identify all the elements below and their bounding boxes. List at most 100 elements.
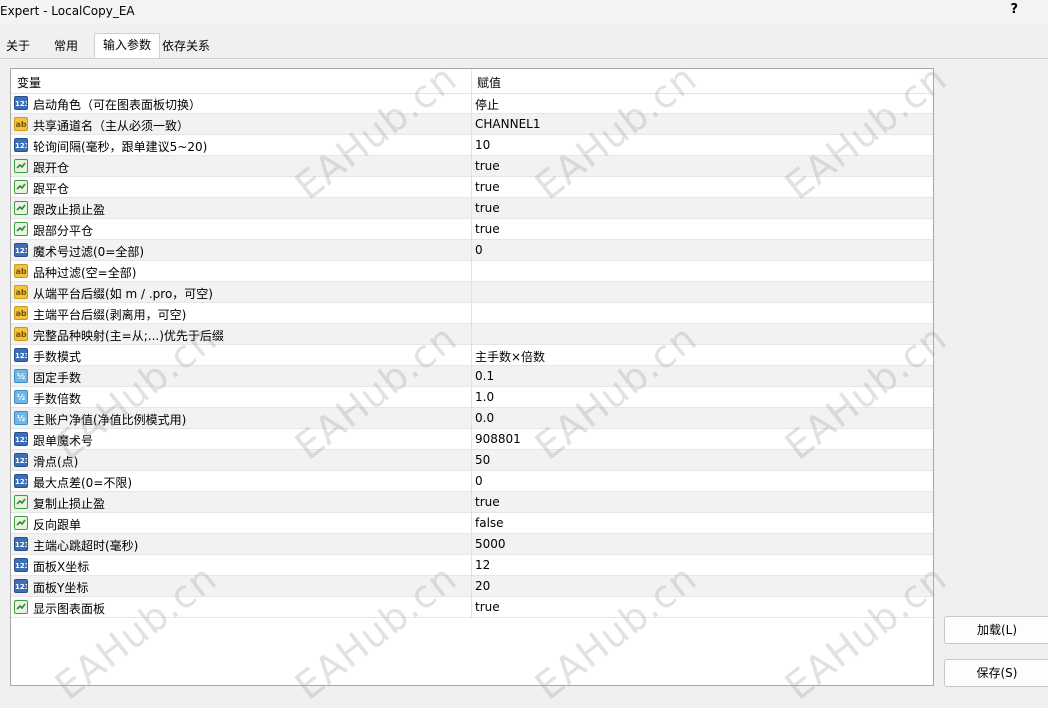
parameter-value[interactable]: 0.0 [475,411,494,425]
parameter-value[interactable]: 908801 [475,432,521,446]
table-row[interactable]: 123 魔术号过滤(0=全部) 0 [11,240,933,261]
column-divider [471,471,472,492]
parameter-name: 主端平台后缀(剥离用，可空) [33,308,187,322]
string-type-icon: ab [14,117,28,131]
save-button[interactable]: 保存(S) [944,659,1048,687]
column-divider [471,387,472,408]
column-header-value[interactable]: 赋值 [477,74,501,91]
parameter-value[interactable]: 0.1 [475,369,494,383]
parameter-value[interactable]: 50 [475,453,490,467]
table-row[interactable]: 显示图表面板 true [11,597,933,618]
parameter-name: 主端心跳超时(毫秒) [33,539,139,553]
parameter-value[interactable]: 停止 [475,96,499,113]
table-row[interactable]: ab 品种过滤(空=全部) [11,261,933,282]
tab-about[interactable]: 关于 [6,35,30,57]
table-row[interactable]: 123 最大点差(0=不限) 0 [11,471,933,492]
column-divider [471,198,472,219]
parameter-value[interactable]: true [475,495,500,509]
column-divider [471,429,472,450]
parameter-value[interactable]: true [475,159,500,173]
int-type-icon: 123 [14,96,28,110]
table-row[interactable]: 123 手数模式 主手数×倍数 [11,345,933,366]
table-row[interactable]: ½ 主账户净值(净值比例模式用) 0.0 [11,408,933,429]
parameter-value[interactable]: true [475,600,500,614]
parameter-value[interactable]: false [475,516,504,530]
table-row[interactable]: 123 面板X坐标 12 [11,555,933,576]
table-row[interactable]: ab 完整品种映射(主=从;...)优先于后缀 [11,324,933,345]
string-type-icon: ab [14,285,28,299]
table-row[interactable]: 123 面板Y坐标 20 [11,576,933,597]
column-divider [471,177,472,198]
int-type-icon: 123 [14,432,28,446]
parameter-value[interactable]: 12 [475,558,490,572]
table-row[interactable]: 复制止损止盈 true [11,492,933,513]
column-divider [471,135,472,156]
parameter-value[interactable]: 5000 [475,537,506,551]
parameter-name: 跟平仓 [33,182,70,196]
column-divider [471,114,472,135]
load-button[interactable]: 加载(L) [944,616,1048,644]
table-row[interactable]: ½ 手数倍数 1.0 [11,387,933,408]
table-row[interactable]: ab 主端平台后缀(剥离用，可空) [11,303,933,324]
string-type-icon: ab [14,306,28,320]
parameter-value[interactable]: 1.0 [475,390,494,404]
tab-dependencies[interactable]: 依存关系 [162,35,210,57]
column-divider [471,534,472,555]
parameter-value[interactable]: 20 [475,579,490,593]
table-row[interactable]: ½ 固定手数 0.1 [11,366,933,387]
parameter-name: 从端平台后缀(如 m / .pro，可空) [33,287,213,301]
table-row[interactable]: 123 滑点(点) 50 [11,450,933,471]
int-type-icon: 123 [14,537,28,551]
table-row[interactable]: 跟开仓 true [11,156,933,177]
bool-type-icon [14,495,28,509]
parameter-value[interactable]: 主手数×倍数 [475,348,545,365]
parameter-value[interactable]: 0 [475,243,483,257]
double-type-icon: ½ [14,390,28,404]
column-divider [471,219,472,240]
column-divider [471,450,472,471]
parameter-name: 跟单魔术号 [33,434,94,448]
parameter-name: 跟部分平仓 [33,224,94,238]
table-row[interactable]: 跟改止损止盈 true [11,198,933,219]
parameter-value[interactable]: 10 [475,138,490,152]
column-divider [471,576,472,597]
parameter-name: 滑点(点) [33,455,79,469]
table-row[interactable]: ab 共享通道名（主从必须一致） CHANNEL1 [11,114,933,135]
help-button[interactable]: ? [1010,2,1018,17]
double-type-icon: ½ [14,369,28,383]
column-divider [471,366,472,387]
table-row[interactable]: 123 跟单魔术号 908801 [11,429,933,450]
tab-common[interactable]: 常用 [54,35,78,57]
parameters-grid[interactable]: 变量 赋值 123 启动角色（可在图表面板切换） 停止 ab 共享通道名（主从必须一致）… [10,68,934,686]
parameter-name: 反向跟单 [33,518,82,532]
parameter-name: 启动角色（可在图表面板切换） [33,98,202,112]
parameter-name: 最大点差(0=不限) [33,476,133,490]
column-divider [471,324,472,345]
table-row[interactable]: 123 轮询间隔(毫秒，跟单建议5~20) 10 [11,135,933,156]
bool-type-icon [14,180,28,194]
parameter-name: 完整品种映射(主=从;...)优先于后缀 [33,329,224,343]
parameter-value[interactable]: CHANNEL1 [475,117,540,131]
column-header-variable[interactable]: 变量 [17,74,41,91]
table-row[interactable]: ab 从端平台后缀(如 m / .pro，可空) [11,282,933,303]
string-type-icon: ab [14,327,28,341]
table-row[interactable]: 123 主端心跳超时(毫秒) 5000 [11,534,933,555]
table-row[interactable]: 跟平仓 true [11,177,933,198]
parameter-value[interactable]: true [475,201,500,215]
bool-type-icon [14,600,28,614]
parameter-value[interactable]: true [475,180,500,194]
column-divider [471,282,472,303]
table-row[interactable]: 跟部分平仓 true [11,219,933,240]
parameter-name: 显示图表面板 [33,602,106,616]
column-divider [471,555,472,576]
table-row[interactable]: 123 启动角色（可在图表面板切换） 停止 [11,93,933,114]
parameter-name: 主账户净值(净值比例模式用) [33,413,187,427]
parameter-value[interactable]: 0 [475,474,483,488]
tab-inputs[interactable]: 输入参数 [94,33,160,59]
title-bar: Expert - LocalCopy_EA ? [0,0,1048,24]
int-type-icon: 123 [14,558,28,572]
parameter-name: 魔术号过滤(0=全部) [33,245,145,259]
parameter-value[interactable]: true [475,222,500,236]
table-row[interactable]: 反向跟单 false [11,513,933,534]
column-divider [471,261,472,282]
